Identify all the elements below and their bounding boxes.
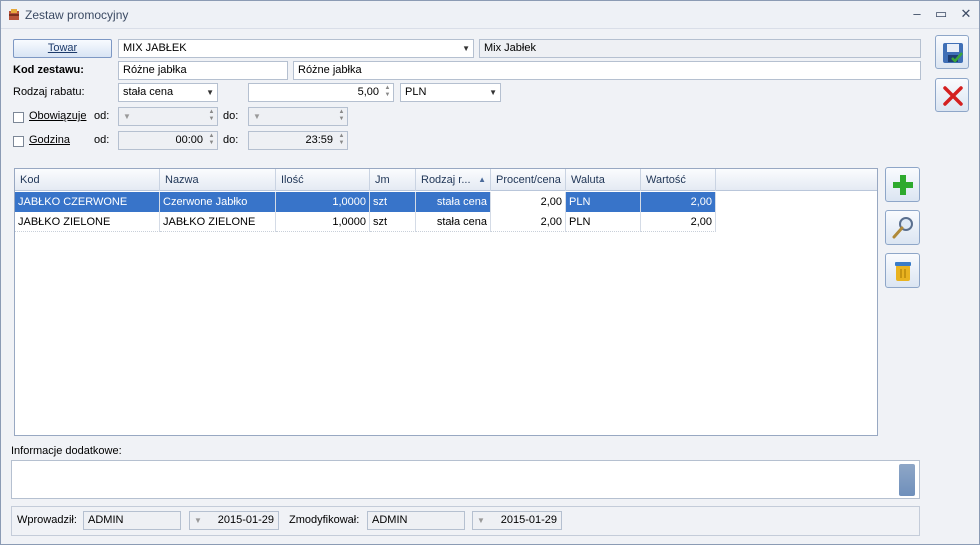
obowiazuje-do-label: do: <box>223 110 239 122</box>
sort-asc-icon: ▲ <box>478 175 486 184</box>
towar-combo[interactable]: MIX JABŁEK ▼ <box>118 39 474 58</box>
col-jm[interactable]: Jm <box>370 169 416 191</box>
godzina-do-label: do: <box>223 134 239 146</box>
cancel-icon <box>943 86 963 106</box>
close-window-button[interactable]: ✕ <box>956 5 976 23</box>
col-rodzaj[interactable]: Rodzaj r... ▲ <box>416 169 491 191</box>
zmodyfikowal-label: Zmodyfikował: <box>289 514 360 526</box>
zmodyfikowal-date: ▼ 2015-01-29 <box>472 511 562 530</box>
minimize-button[interactable]: – <box>907 5 927 23</box>
window: Zestaw promocyjny – ▭ ✕ Towar MIX JABŁEK… <box>0 0 980 545</box>
zmodyfikowal-date-value: 2015-01-29 <box>500 514 557 526</box>
rabat-value: 5,00 <box>357 86 379 98</box>
edit-button[interactable] <box>885 210 920 245</box>
cell-ilosc: 1,0000 <box>276 192 370 212</box>
cell-waluta: PLN <box>566 192 641 212</box>
cell-rodzaj: stała cena <box>416 212 491 232</box>
spin-icon[interactable]: ▲ ▼ <box>337 109 346 124</box>
kod-name-input[interactable]: Różne jabłka <box>293 61 921 80</box>
obowiazuje-checkbox[interactable] <box>13 112 24 123</box>
wprowadzil-label: Wprowadził: <box>17 514 77 526</box>
cancel-button[interactable] <box>935 78 969 112</box>
currency-value: PLN <box>405 86 427 98</box>
magnifier-icon <box>892 217 913 239</box>
godzina-od-input[interactable]: 00:00 ▲ ▼ <box>118 131 218 150</box>
wprowadzil-user: ADMIN <box>83 511 181 530</box>
cell-procent[interactable]: 2,00 <box>491 192 566 212</box>
trash-icon <box>895 262 911 281</box>
cell-wartosc: 2,00 <box>641 192 716 212</box>
cell-kod: JABŁKO CZERWONE <box>15 192 160 212</box>
wprowadzil-date-value: 2015-01-29 <box>217 514 274 526</box>
chevron-down-icon: ▼ <box>477 516 485 525</box>
chevron-down-icon: ▼ <box>489 88 497 97</box>
col-ilosc[interactable]: Ilość <box>276 169 370 191</box>
spin-icon[interactable]: ▲ ▼ <box>337 133 346 148</box>
table-row[interactable]: JABŁKO ZIELONE JABŁKO ZIELONE 1,0000 szt… <box>15 212 716 232</box>
rabat-value-input[interactable]: 5,00 ▲ ▼ <box>248 83 394 102</box>
chevron-down-icon: ▼ <box>194 516 202 525</box>
godzina-od-value: 00:00 <box>175 134 203 146</box>
obowiazuje-do-input[interactable]: ▼ ▲ ▼ <box>248 107 348 126</box>
rabat-type-select[interactable]: stała cena ▼ <box>118 83 218 102</box>
spin-icon[interactable]: ▲ ▼ <box>383 85 392 100</box>
add-icon <box>893 175 913 195</box>
spin-icon[interactable]: ▲ ▼ <box>207 109 216 124</box>
cell-kod: JABŁKO ZIELONE <box>15 212 160 232</box>
title-bar: Zestaw promocyjny – ▭ ✕ <box>1 1 979 29</box>
towar-value: MIX JABŁEK <box>123 42 187 54</box>
towar-button[interactable]: Towar <box>13 39 112 58</box>
col-procent[interactable]: Procent/cena <box>491 169 566 191</box>
cell-procent: 2,00 <box>491 212 566 232</box>
obowiazuje-od-input[interactable]: ▼ ▲ ▼ <box>118 107 218 126</box>
chevron-down-icon: ▼ <box>462 44 470 53</box>
godzina-od-label: od: <box>94 134 110 146</box>
save-button[interactable] <box>935 35 969 69</box>
chevron-down-icon: ▼ <box>206 88 214 97</box>
col-waluta[interactable]: Waluta <box>566 169 641 191</box>
info-label: Informacje dodatkowe: <box>11 445 122 457</box>
kod-label: Kod zestawu: <box>13 64 84 76</box>
chevron-down-icon: ▼ <box>253 112 261 121</box>
cell-nazwa: JABŁKO ZIELONE <box>160 212 276 232</box>
cell-rodzaj: stała cena <box>416 192 491 212</box>
col-nazwa[interactable]: Nazwa <box>160 169 276 191</box>
obowiazuje-label[interactable]: Obowiązuje <box>29 107 86 126</box>
zmodyfikowal-user: ADMIN <box>367 511 465 530</box>
maximize-button[interactable]: ▭ <box>931 5 951 23</box>
chevron-down-icon: ▼ <box>123 112 131 121</box>
col-rodzaj-label: Rodzaj r... <box>421 174 471 186</box>
add-button[interactable] <box>885 167 920 202</box>
app-icon <box>9 9 19 20</box>
table-row[interactable]: JABŁKO CZERWONE Czerwone Jabłko 1,0000 s… <box>15 192 716 212</box>
save-icon <box>943 43 963 63</box>
wprowadzil-date: ▼ 2015-01-29 <box>189 511 279 530</box>
cell-ilosc: 1,0000 <box>276 212 370 232</box>
godzina-do-input[interactable]: 23:59 ▲ ▼ <box>248 131 348 150</box>
godzina-do-value: 23:59 <box>305 134 333 146</box>
footer: Wprowadził: ADMIN ▼ 2015-01-29 Zmodyfiko… <box>11 506 920 536</box>
currency-select[interactable]: PLN ▼ <box>400 83 501 102</box>
delete-button[interactable] <box>885 253 920 288</box>
scrollbar[interactable] <box>899 464 915 496</box>
cell-waluta: PLN <box>566 212 641 232</box>
cell-jm: szt <box>370 192 416 212</box>
window-title: Zestaw promocyjny <box>25 8 129 22</box>
spin-icon[interactable]: ▲ ▼ <box>207 133 216 148</box>
obowiazuje-od-label: od: <box>94 110 110 122</box>
col-wartosc[interactable]: Wartość <box>641 169 716 191</box>
godzina-checkbox[interactable] <box>13 136 24 147</box>
towar-name-field: Mix Jabłek <box>479 39 921 58</box>
godzina-label[interactable]: Godzina <box>29 131 70 150</box>
col-kod[interactable]: Kod <box>15 169 160 191</box>
info-textarea[interactable] <box>11 460 920 499</box>
table-header: Kod Nazwa Ilość Jm Rodzaj r... ▲ Procent… <box>15 169 877 191</box>
rabat-label: Rodzaj rabatu: <box>13 86 85 98</box>
rabat-type-value: stała cena <box>123 86 174 98</box>
cell-wartosc: 2,00 <box>641 212 716 232</box>
cell-nazwa: Czerwone Jabłko <box>160 192 276 212</box>
items-table[interactable]: Kod Nazwa Ilość Jm Rodzaj r... ▲ Procent… <box>14 168 878 436</box>
kod-input[interactable]: Różne jabłka <box>118 61 288 80</box>
cell-jm: szt <box>370 212 416 232</box>
